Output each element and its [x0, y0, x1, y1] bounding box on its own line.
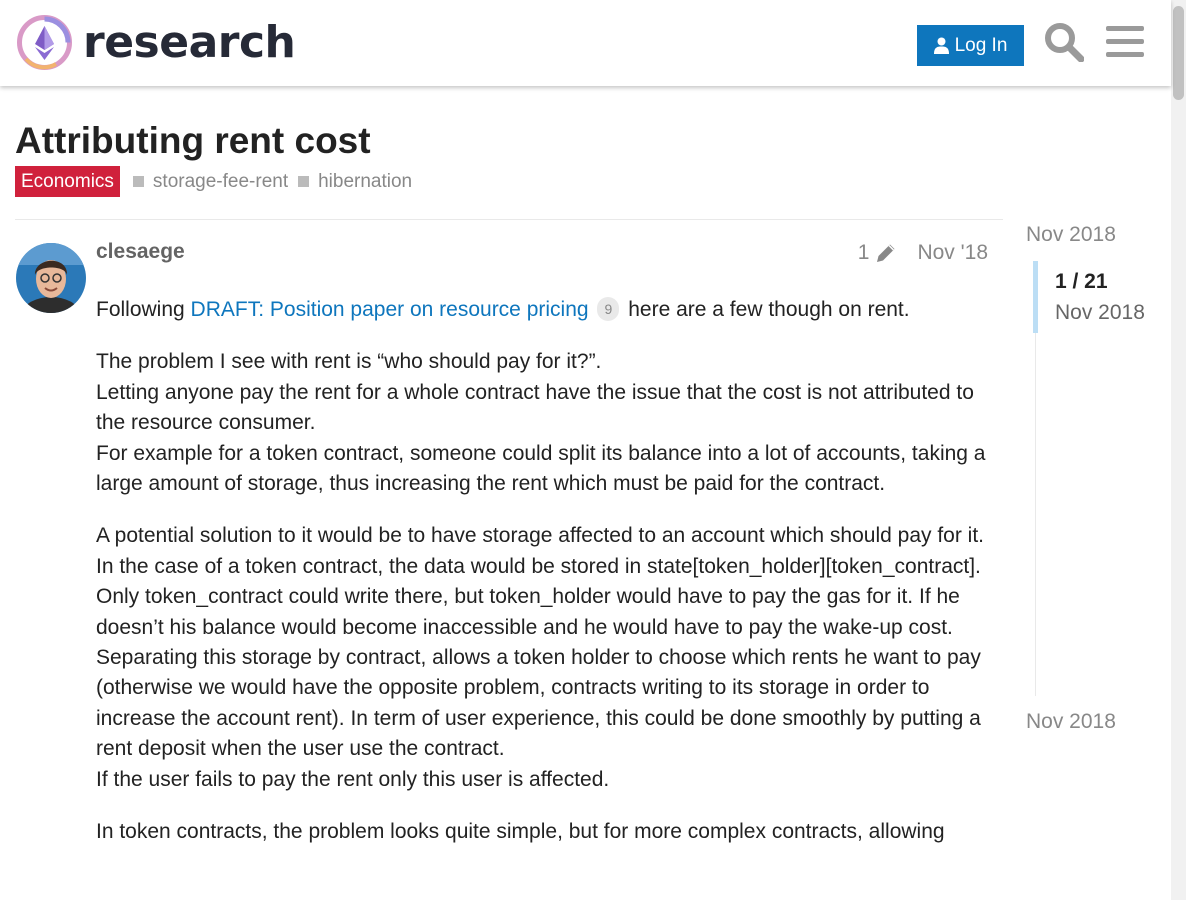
post-content: Following DRAFT: Position paper on resou… [96, 295, 996, 870]
post-date[interactable]: Nov '18 [917, 241, 988, 265]
post-meta: 1 Nov '18 [858, 241, 988, 265]
tag-label: hibernation [318, 170, 413, 192]
avatar[interactable] [16, 243, 86, 313]
timeline-start-date[interactable]: Nov 2018 [1026, 223, 1116, 247]
hamburger-menu-icon [1106, 26, 1144, 57]
log-in-button[interactable]: Log In [917, 25, 1024, 66]
timeline-end-date[interactable]: Nov 2018 [1026, 710, 1116, 734]
paragraph-text: here are a few though on rent. [622, 298, 910, 321]
user-avatar-image [16, 243, 86, 313]
link-click-count: 9 [597, 297, 620, 321]
site-logo-text: research [83, 16, 296, 68]
page-scrollbar[interactable] [1171, 0, 1186, 900]
edit-count: 1 [857, 241, 870, 264]
search-button[interactable] [1043, 21, 1085, 63]
post-divider [15, 219, 1003, 220]
post-paragraph: Following DRAFT: Position paper on resou… [96, 295, 996, 325]
post-paragraph: The problem I see with rent is “who shou… [96, 350, 986, 496]
paragraph-text: Following [96, 298, 191, 321]
post-paragraph: In token contracts, the problem looks qu… [96, 820, 945, 844]
site-header: research Log In [0, 0, 1171, 86]
search-icon [1045, 23, 1084, 62]
hamburger-menu-button[interactable] [1104, 21, 1146, 63]
timeline-scroll-handle[interactable] [1033, 261, 1038, 333]
tag-storage-fee-rent[interactable]: storage-fee-rent [132, 170, 289, 193]
post-paragraph: A potential solution to it would be to h… [96, 524, 985, 791]
ethereum-research-logo-icon [17, 15, 72, 70]
topic-title[interactable]: Attributing rent cost [15, 119, 371, 163]
post-username[interactable]: clesaege [96, 240, 185, 264]
timeline-position-date: Nov 2018 [1055, 301, 1145, 324]
timeline-position: 1 / 21 [1055, 270, 1108, 293]
site-logo[interactable]: research [16, 14, 296, 71]
tag-square-icon [298, 176, 310, 187]
pencil-icon [877, 244, 895, 262]
linked-topic[interactable]: DRAFT: Position paper on resource pricin… [191, 298, 589, 321]
tag-label: storage-fee-rent [152, 170, 289, 192]
scrollbar-thumb[interactable] [1173, 6, 1184, 100]
tag-square-icon [132, 176, 144, 187]
category-badge[interactable]: Economics [15, 166, 120, 197]
tag-hibernation[interactable]: hibernation [298, 171, 412, 193]
edit-history-button[interactable]: 1 [858, 241, 898, 265]
log-in-label: Log In [954, 34, 1008, 56]
user-icon [933, 37, 949, 54]
topic-tags: Economics storage-fee-rent hibernation [15, 166, 412, 197]
topic-timeline: Nov 2018 1 / 21 Nov 2018 Nov 2018 [1026, 220, 1171, 740]
